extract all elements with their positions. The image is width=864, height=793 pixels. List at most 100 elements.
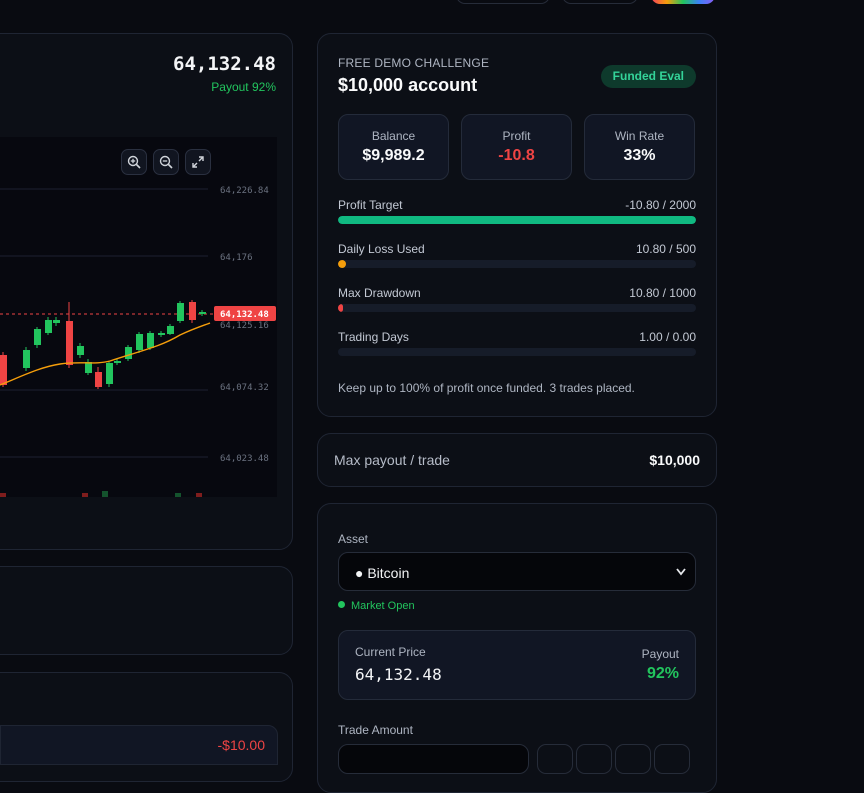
chart-payout: Payout 92% [211, 80, 276, 94]
status-dot [338, 601, 345, 608]
candle [177, 303, 184, 321]
challenge-kicker: FREE DEMO CHALLENGE [338, 56, 490, 70]
max-payout-card: Max payout / trade $10,000 [317, 433, 717, 487]
current-price-box: Current Price 64,132.48 Payout 92% [338, 630, 696, 700]
candle [95, 372, 102, 387]
progress-track [338, 348, 696, 356]
price-axis-label: 64,176 [220, 253, 253, 263]
asset-label: Asset [338, 532, 369, 546]
stat-label: Profit [502, 129, 531, 143]
challenge-card: FREE DEMO CHALLENGE $10,000 account Fund… [317, 33, 717, 417]
zoom-out-icon [159, 155, 173, 169]
stat-value: 33% [623, 147, 656, 164]
candle [66, 321, 73, 365]
candle [125, 347, 132, 359]
zoom-in-button[interactable] [121, 149, 147, 175]
expand-icon [192, 156, 204, 168]
candlestick-chart[interactable]: 64,226.84 64,176 64,074.32 64,023.48 64,125.… [0, 137, 277, 497]
stat-value: -10.8 [498, 147, 535, 164]
stat-value: $9,989.2 [362, 147, 425, 164]
progress-label: Daily Loss Used [338, 242, 425, 256]
volume-bar [82, 493, 88, 497]
stat-label: Win Rate [614, 129, 665, 143]
market-status: Market Open [338, 600, 415, 612]
progress-label: Trading Days [338, 330, 409, 344]
progress-fill [338, 304, 343, 312]
progress-track [338, 260, 696, 268]
asset-select-value: ● Bitcoin [355, 565, 410, 581]
fullscreen-button[interactable] [185, 149, 211, 175]
price-chart[interactable]: 64,226.84 64,176 64,074.32 64,023.48 64,125.… [0, 137, 277, 497]
wallet-button[interactable] [651, 0, 715, 4]
progress-value: 1.00 / 0.00 [639, 330, 696, 344]
stat-label: Balance [371, 129, 416, 143]
candle [85, 362, 92, 373]
price-axis-label: 64,226.84 [220, 186, 269, 196]
chevron-down-icon [676, 568, 686, 576]
candle [34, 329, 41, 345]
price-axis-label: 64,023.48 [220, 454, 269, 464]
stat-win-rate: Win Rate 33% [584, 114, 695, 180]
progress-fill [338, 260, 346, 268]
volume-bar [196, 493, 202, 497]
zoom-out-button[interactable] [153, 149, 179, 175]
trade-row[interactable]: -$10.00 [0, 725, 278, 765]
trade-card: Asset ● Bitcoin Market Open Current Pric… [317, 503, 717, 793]
amount-preset-button[interactable] [615, 744, 651, 774]
price-axis-label: 64,125.16 [220, 321, 269, 331]
candle [167, 326, 174, 334]
current-price-tag-label: 64,132.48 [220, 310, 269, 320]
progress-fill [338, 216, 696, 224]
current-price-label: Current Price [355, 645, 426, 659]
volume-bar [0, 493, 6, 497]
amount-preset-button[interactable] [576, 744, 612, 774]
candle [45, 320, 52, 333]
info-card [0, 566, 293, 655]
chart-current-price: 64,132.48 [173, 53, 276, 75]
candle [199, 312, 206, 314]
candle [0, 355, 7, 385]
stat-profit: Profit -10.8 [461, 114, 572, 180]
progress-track [338, 216, 696, 224]
candle [147, 333, 154, 348]
challenge-title: $10,000 account [338, 75, 478, 95]
trade-amount-label: Trade Amount [338, 723, 413, 737]
candle [136, 334, 143, 350]
current-price-value: 64,132.48 [355, 665, 442, 684]
trade-amount-input[interactable] [338, 744, 529, 774]
candle [23, 350, 30, 368]
zoom-in-icon [127, 155, 141, 169]
payout-label: Payout [641, 647, 679, 661]
progress-label: Profit Target [338, 198, 403, 212]
candle [158, 333, 165, 335]
header-button[interactable] [562, 0, 638, 4]
volume-bar [175, 493, 181, 497]
price-axis-label: 64,074.32 [220, 383, 269, 393]
progress-value: 10.80 / 500 [635, 242, 696, 256]
stat-balance: Balance $9,989.2 [338, 114, 449, 180]
candle [106, 363, 113, 384]
status-badge: Funded Eval [600, 65, 696, 88]
volume-bar [102, 491, 108, 497]
max-payout-value: $10,000 [649, 452, 700, 468]
progress-track [338, 304, 696, 312]
amount-preset-button[interactable] [654, 744, 690, 774]
candle [53, 320, 60, 323]
max-payout-label: Max payout / trade [334, 452, 450, 468]
chart-card: 64,132.48 Payout 92% 64,226.84 64,176 64,0… [0, 33, 293, 550]
challenge-note: Keep up to 100% of profit once funded. 3… [338, 381, 635, 395]
progress-value: -10.80 / 2000 [625, 198, 696, 212]
candle [77, 346, 84, 355]
asset-select[interactable]: ● Bitcoin [338, 552, 696, 591]
market-status-label: Market Open [351, 600, 415, 612]
trades-card: -$10.00 [0, 672, 293, 782]
moving-average-line [0, 322, 211, 386]
amount-preset-button[interactable] [537, 744, 573, 774]
progress-value: 10.80 / 1000 [629, 286, 696, 300]
candle [114, 361, 121, 363]
candle [189, 302, 196, 320]
payout-value: 92% [646, 665, 679, 682]
trade-pnl: -$10.00 [217, 737, 265, 753]
progress-label: Max Drawdown [338, 286, 421, 300]
header-button[interactable] [456, 0, 550, 4]
